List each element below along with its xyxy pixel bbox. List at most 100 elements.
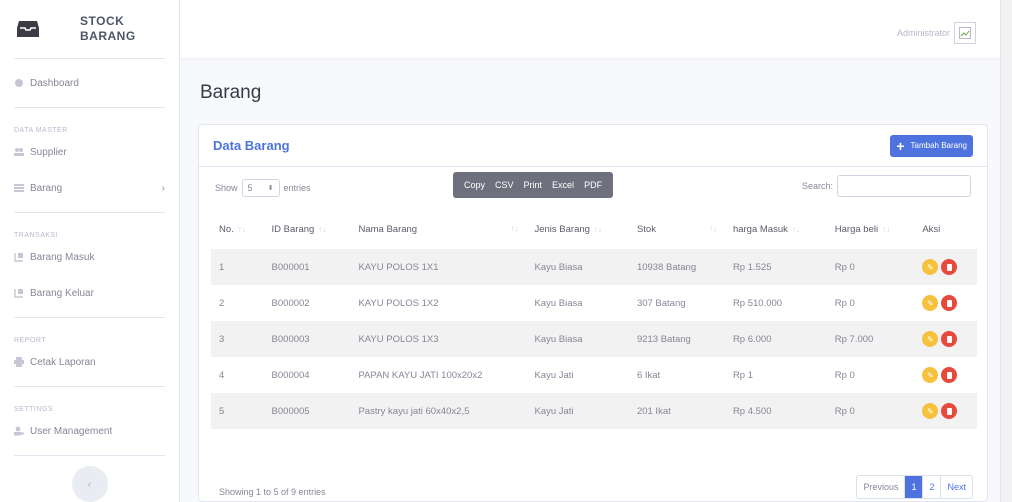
search-input[interactable]	[837, 175, 971, 197]
table-row: 3 B000003 KAYU POLOS 1X3 Kayu Biasa 9213…	[211, 321, 977, 357]
print-button[interactable]: Print	[519, 180, 548, 190]
sidebar-toggle-button[interactable]: ‹	[71, 466, 108, 502]
cell-aksi: ✎	[914, 357, 977, 393]
sidebar-item-cetak-laporan[interactable]: Cetak Laporan	[0, 344, 179, 380]
list-icon	[14, 184, 24, 192]
sidebar-heading-transaksi: TRANSAKSI	[14, 232, 59, 239]
page-scrollbar[interactable]	[1000, 0, 1012, 502]
header-label: Jenis Barang	[534, 223, 590, 235]
brand-text: STOCK BARANG	[80, 14, 136, 44]
avatar	[954, 22, 976, 44]
column-header-no[interactable]: No. ↑↓	[211, 209, 264, 249]
add-barang-button[interactable]: + Tambah Barang	[890, 134, 973, 157]
page-1-button[interactable]: 1	[905, 476, 924, 498]
cell-id-barang: B000003	[271, 333, 310, 345]
cell-no: 2	[219, 297, 225, 309]
cell-jenis-barang: Kayu Biasa	[534, 261, 583, 273]
trash-icon[interactable]	[941, 295, 958, 311]
table-header-row: No. ↑↓ ID Barang ↑↓ Nama Barang ↑↓ Jenis Ba…	[211, 209, 977, 249]
divider	[14, 386, 165, 387]
entries-label: entries	[283, 183, 311, 193]
excel-button[interactable]: Excel	[547, 180, 579, 190]
card-header: Data Barang + Tambah Barang	[199, 125, 987, 167]
cell-stok: 6 Ikat	[636, 369, 661, 381]
dolly-icon	[14, 253, 23, 262]
cell-harga-masuk: Rp 510.000	[732, 297, 783, 309]
column-header-harga-beli[interactable]: Harga beli ↑↓	[827, 209, 915, 249]
cell-harga-beli: Rp 7.000	[834, 333, 874, 345]
cell-no: 3	[219, 333, 225, 345]
sidebar-item-barang[interactable]: Barang ›	[0, 170, 179, 206]
cell-aksi: ✎	[914, 285, 977, 321]
sidebar-item-user-management[interactable]: User Management	[0, 413, 179, 449]
trash-icon[interactable]	[941, 403, 958, 419]
pdf-button[interactable]: PDF	[579, 180, 607, 190]
cell-stok: 201 Ikat	[636, 405, 671, 417]
column-header-harga-masuk[interactable]: harga Masuk ↑↓	[725, 209, 827, 249]
action-buttons: ✎	[922, 331, 969, 347]
page-2-button[interactable]: 2	[923, 476, 942, 498]
sidebar-item-label: Dashboard	[30, 77, 79, 89]
card-title: Data Barang	[213, 138, 290, 153]
cell-id-barang: B000004	[271, 369, 310, 381]
sort-icon: ↑↓	[510, 223, 519, 233]
edit-icon[interactable]: ✎	[922, 331, 939, 347]
sort-updown-icon: ⬍	[267, 185, 274, 192]
cell-stok: 10938 Batang	[636, 261, 697, 273]
cell-id-barang: B000001	[271, 261, 310, 273]
edit-icon[interactable]: ✎	[922, 295, 939, 311]
copy-button[interactable]: Copy	[459, 180, 490, 190]
edit-icon[interactable]: ✎	[922, 367, 939, 383]
barang-table: No. ↑↓ ID Barang ↑↓ Nama Barang ↑↓ Jenis Ba…	[211, 209, 977, 429]
cell-harga-beli: Rp 0	[834, 405, 855, 417]
sidebar-item-dashboard[interactable]: Dashboard	[0, 65, 179, 101]
column-header-id-barang[interactable]: ID Barang ↑↓	[264, 209, 351, 249]
user-cog-icon	[14, 426, 24, 436]
sidebar: STOCK BARANG Dashboard DATA MASTER Suppl…	[0, 0, 180, 502]
table-controls: Show 5 ⬍ entries Copy CSV Print Excel PD…	[199, 167, 987, 203]
cell-harga-masuk: Rp 1	[732, 369, 754, 381]
sidebar-heading-settings: SETTINGS	[14, 406, 54, 413]
sidebar-item-barang-masuk[interactable]: Barang Masuk	[0, 239, 179, 275]
table-row: 1 B000001 KAYU POLOS 1X1 Kayu Biasa 1093…	[211, 249, 977, 285]
sort-icon: ↑↓	[791, 224, 800, 234]
cell-harga-beli: Rp 0	[834, 369, 855, 381]
edit-icon[interactable]: ✎	[922, 403, 939, 419]
sidebar-item-label: Barang	[30, 182, 63, 194]
action-buttons: ✎	[922, 403, 969, 419]
trash-icon[interactable]	[941, 331, 958, 347]
column-header-nama-barang[interactable]: Nama Barang ↑↓	[350, 209, 526, 249]
column-header-aksi: Aksi	[914, 209, 977, 249]
print-icon	[14, 357, 24, 367]
sort-icon: ↑↓	[237, 224, 246, 234]
sort-icon: ↑↓	[593, 224, 602, 234]
edit-icon[interactable]: ✎	[922, 259, 939, 275]
user-dropdown[interactable]: Administrator	[897, 22, 976, 44]
cell-nama-barang: Pastry kayu jati 60x40x2,5	[358, 405, 470, 417]
export-button-group: Copy CSV Print Excel PDF	[453, 172, 614, 198]
next-page-button[interactable]: Next	[941, 476, 972, 498]
trash-icon[interactable]	[941, 367, 958, 383]
table-row: 5 B000005 Pastry kayu jati 60x40x2,5 Kay…	[211, 393, 977, 429]
divider	[14, 455, 165, 456]
brand[interactable]: STOCK BARANG	[0, 0, 179, 58]
entries-select[interactable]: 5 ⬍	[241, 179, 280, 197]
brand-line-2: BARANG	[80, 29, 136, 43]
sidebar-item-label: Barang Keluar	[30, 287, 94, 299]
sidebar-item-supplier[interactable]: Supplier	[0, 134, 179, 170]
sidebar-item-barang-keluar[interactable]: Barang Keluar	[0, 275, 179, 311]
csv-button[interactable]: CSV	[490, 180, 519, 190]
sidebar-heading-master: DATA MASTER	[14, 127, 68, 134]
plus-icon: +	[896, 137, 905, 154]
table-row: 2 B000002 KAYU POLOS 1X2 Kayu Biasa 307 …	[211, 285, 977, 321]
sidebar-item-label: Supplier	[30, 146, 67, 158]
add-button-label: Tambah Barang	[910, 141, 967, 150]
column-header-stok[interactable]: Stok ↑↓	[629, 209, 725, 249]
cell-nama-barang: KAYU POLOS 1X1	[358, 261, 439, 273]
table-info: Showing 1 to 5 of 9 entries	[219, 487, 326, 497]
column-header-jenis-barang[interactable]: Jenis Barang ↑↓	[526, 209, 628, 249]
previous-page-button[interactable]: Previous	[857, 476, 906, 498]
sort-icon: ↑↓	[318, 224, 327, 234]
entries-value: 5	[247, 183, 253, 193]
trash-icon[interactable]	[941, 259, 958, 275]
